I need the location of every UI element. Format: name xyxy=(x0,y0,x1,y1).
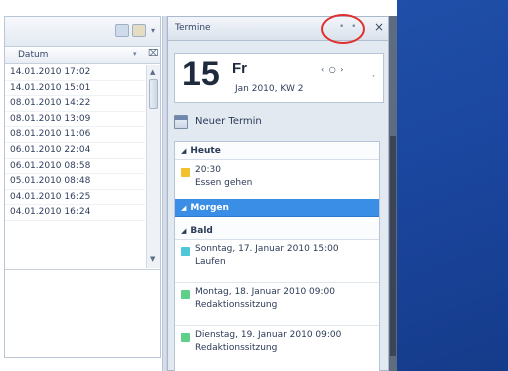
scroll-up-icon[interactable]: ▲ xyxy=(150,68,155,76)
appointment-item[interactable]: Dienstag, 19. Januar 2010 09:00 Redaktio… xyxy=(175,329,379,365)
list-row[interactable]: 08.01.2010 11:06 xyxy=(5,127,145,143)
preview-area xyxy=(5,269,160,357)
desktop-background xyxy=(397,0,508,371)
list-row[interactable]: 04.01.2010 16:25 xyxy=(5,190,145,206)
highlight-circle xyxy=(321,14,365,44)
category-color-icon xyxy=(181,333,190,342)
day-number: 15 xyxy=(182,55,220,93)
scroll-down-icon[interactable]: ▼ xyxy=(150,255,155,263)
list-row[interactable]: 08.01.2010 14:22 xyxy=(5,96,145,112)
view-icon[interactable] xyxy=(115,24,129,37)
group-tomorrow[interactable]: ◢ Morgen xyxy=(175,199,379,217)
close-icon[interactable]: × xyxy=(374,20,384,34)
collapse-icon[interactable]: ◢ xyxy=(181,204,186,212)
list-row[interactable]: 14.01.2010 15:01 xyxy=(5,81,145,97)
category-color-icon xyxy=(181,290,190,299)
category-color-icon xyxy=(181,247,190,256)
divider xyxy=(175,282,379,283)
new-appointment-button[interactable]: Neuer Termin xyxy=(174,114,314,132)
appointment-item[interactable]: 20:30 Essen gehen xyxy=(175,164,379,198)
mail-list-pane: ▾ Datum ▾ ⌧ 14.01.2010 17:02 14.01.2010 … xyxy=(4,16,161,358)
scroll-thumb[interactable] xyxy=(149,79,158,109)
appointment-item[interactable]: Sonntag, 17. Januar 2010 15:00 Laufen xyxy=(175,243,379,279)
category-color-icon xyxy=(181,168,190,177)
calendar-icon xyxy=(174,115,188,129)
weekday: Fr xyxy=(232,60,247,77)
chevron-down-icon[interactable]: ▾ xyxy=(151,26,155,35)
list-row[interactable]: 06.01.2010 22:04 xyxy=(5,143,145,159)
clipboard-icon[interactable] xyxy=(132,24,146,37)
divider xyxy=(175,325,379,326)
pane-title: Termine xyxy=(175,23,211,33)
pin-icon[interactable]: ⌧ xyxy=(148,49,158,59)
list-row[interactable]: 14.01.2010 17:02 xyxy=(5,65,145,81)
group-label: Heute xyxy=(190,146,221,156)
appointment-title: Laufen xyxy=(195,257,226,267)
list-toolbar: ▾ xyxy=(5,17,160,47)
window-scrollbar[interactable] xyxy=(389,16,397,371)
month-week-info: Jan 2010, KW 2 xyxy=(235,84,304,94)
collapse-icon[interactable]: ◢ xyxy=(181,227,186,235)
appointment-title: Redaktionssitzung xyxy=(195,343,278,353)
appointment-time: Montag, 18. Januar 2010 09:00 xyxy=(195,287,335,297)
list-scrollbar[interactable]: ▲ ▼ xyxy=(146,65,160,268)
group-soon[interactable]: ◢ Bald xyxy=(175,222,379,240)
group-label: Bald xyxy=(190,226,213,236)
appointment-title: Redaktionssitzung xyxy=(195,300,278,310)
appointment-list: ◢ Heute 20:30 Essen gehen ◢ Morgen ◢ Bald S… xyxy=(174,141,380,371)
sort-icon[interactable]: ▾ xyxy=(133,50,137,58)
date-display: 15 Fr Jan 2010, KW 2 ‹ ○ › ˯ xyxy=(174,53,384,103)
list-row[interactable]: 04.01.2010 16:24 xyxy=(5,205,145,221)
group-label: Morgen xyxy=(190,203,229,213)
new-appointment-label: Neuer Termin xyxy=(195,116,262,127)
appointment-item[interactable]: Montag, 18. Januar 2010 09:00 Redaktions… xyxy=(175,286,379,322)
date-list: 14.01.2010 17:02 14.01.2010 15:01 08.01.… xyxy=(5,65,145,221)
group-today[interactable]: ◢ Heute xyxy=(175,142,379,160)
collapse-icon[interactable]: ◢ xyxy=(181,147,186,155)
expand-icon[interactable]: ˯ xyxy=(372,67,375,78)
appointment-time: Sonntag, 17. Januar 2010 15:00 xyxy=(195,244,339,254)
list-row[interactable]: 08.01.2010 13:09 xyxy=(5,112,145,128)
list-row[interactable]: 05.01.2010 08:48 xyxy=(5,174,145,190)
scroll-thumb[interactable] xyxy=(390,136,396,356)
appointment-time: Dienstag, 19. Januar 2010 09:00 xyxy=(195,330,342,340)
column-header-date[interactable]: Datum ▾ ⌧ xyxy=(5,48,160,64)
column-header-label: Datum xyxy=(18,50,49,60)
list-row[interactable]: 06.01.2010 08:58 xyxy=(5,159,145,175)
date-navigation[interactable]: ‹ ○ › xyxy=(321,65,344,74)
appointment-time: 20:30 xyxy=(195,165,221,175)
appointments-pane: Termine • • × 15 Fr Jan 2010, KW 2 ‹ ○ ›… xyxy=(167,16,389,371)
appointment-title: Essen gehen xyxy=(195,178,253,188)
